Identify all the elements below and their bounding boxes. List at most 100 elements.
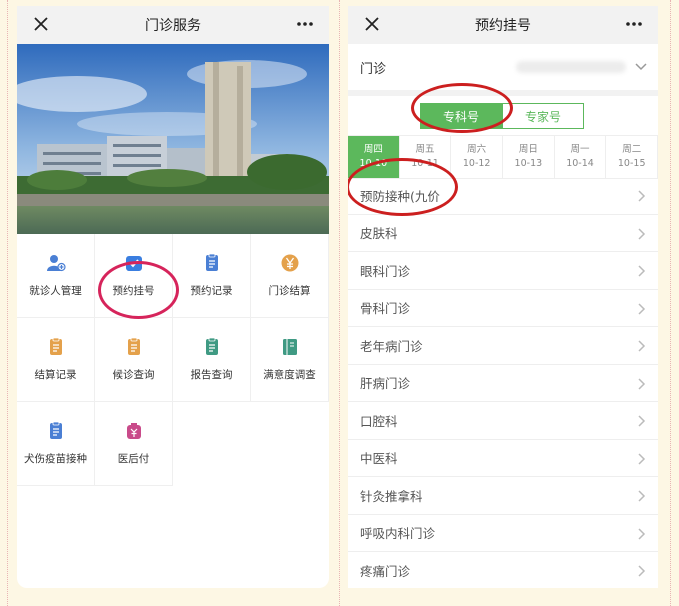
chevron-right-icon (638, 452, 646, 465)
appointment-registration-screen: 预约挂号 门诊 专科号 专家号 周四 10-10 周五 10-11 周六 10-12 周日 1… (348, 6, 658, 588)
chevron-down-icon (635, 63, 647, 71)
department-name: 预防接种(九价 (360, 188, 440, 204)
department-row[interactable]: 中医科 (348, 440, 658, 477)
menu-item[interactable]: 候诊查询 (95, 318, 173, 402)
user-add-icon (46, 255, 66, 272)
menu-item[interactable]: 医后付 (95, 402, 173, 486)
department-type-select[interactable]: 门诊 (348, 44, 658, 96)
department-name: 针灸推拿科 (360, 488, 423, 504)
report-icon (205, 337, 218, 355)
department-row[interactable]: 皮肤科 (348, 215, 658, 252)
more-icon[interactable] (295, 14, 315, 34)
blurred-value (516, 61, 627, 73)
hospital-banner-image (17, 44, 329, 234)
date-tab[interactable]: 周二 10-15 (606, 136, 658, 178)
yen-coin-icon (281, 254, 298, 272)
menu-item-label: 满意度调查 (263, 369, 316, 381)
chevron-right-icon (638, 190, 646, 202)
date-tab-weekday: 周五 (415, 144, 435, 155)
menu-item-label: 报告查询 (190, 369, 233, 381)
department-row[interactable]: 呼吸内科门诊 (348, 515, 658, 552)
chevron-right-icon (638, 302, 646, 315)
date-tab-date: 10-11 (411, 158, 439, 169)
date-tab-date: 10-15 (617, 158, 646, 169)
date-tab-date: 10-13 (514, 158, 543, 169)
department-row[interactable]: 口腔科 (348, 402, 658, 440)
title-bar: 预约挂号 (348, 6, 658, 44)
department-list: 预防接种(九价 皮肤科眼科门诊骨科门诊老年病门诊肝病门诊口腔科中医科针灸推拿科呼吸… (348, 177, 658, 588)
menu-item[interactable]: 预约记录 (173, 234, 251, 318)
menu-item[interactable]: 就诊人管理 (17, 234, 95, 318)
page-title: 预约挂号 (475, 18, 531, 34)
department-name: 肝病门诊 (360, 376, 411, 392)
page-border-left (7, 0, 8, 606)
department-name: 眼科门诊 (360, 263, 411, 279)
department-row[interactable]: 老年病门诊 (348, 327, 658, 365)
chevron-right-icon (638, 377, 646, 390)
menu-item[interactable]: 满意度调查 (251, 318, 329, 402)
department-row[interactable]: 肝病门诊 (348, 365, 658, 402)
menu-item[interactable]: 报告查询 (173, 318, 251, 402)
tab-specialty[interactable]: 专科号 (420, 103, 502, 129)
close-icon[interactable] (31, 14, 51, 34)
date-tab-weekday: 周二 (622, 144, 642, 155)
page-title: 门诊服务 (145, 18, 201, 34)
notebook-icon (49, 337, 62, 355)
department-name: 老年病门诊 (360, 338, 423, 354)
date-tab-weekday: 周日 (518, 144, 538, 155)
date-tab-weekday: 周六 (467, 144, 487, 155)
date-tab-weekday: 周四 (363, 144, 383, 155)
department-name: 骨科门诊 (360, 301, 411, 317)
queue-icon (127, 337, 140, 355)
chevron-right-icon (638, 527, 646, 540)
title-bar: 门诊服务 (17, 6, 329, 44)
date-tab[interactable]: 周日 10-13 (503, 136, 555, 178)
date-tab-date: 10-10 (359, 158, 388, 169)
department-row[interactable]: 眼科门诊 (348, 252, 658, 290)
menu-item-label: 门诊结算 (268, 285, 311, 297)
date-tab[interactable]: 周四 10-10 (348, 136, 400, 178)
tab-expert[interactable]: 专家号 (502, 103, 584, 129)
department-name: 口腔科 (360, 413, 398, 429)
date-tab-date: 10-14 (566, 158, 594, 169)
chevron-right-icon (638, 490, 646, 502)
menu-item[interactable]: 结算记录 (17, 318, 95, 402)
menu-item[interactable]: 预约挂号 (95, 234, 173, 318)
menu-item-label: 预约记录 (190, 285, 233, 297)
department-name: 疼痛门诊 (360, 563, 411, 579)
menu-item[interactable]: 门诊结算 (251, 234, 329, 318)
select-label: 门诊 (360, 61, 387, 77)
menu-item-label: 候诊查询 (112, 369, 155, 381)
menu-item-label: 医后付 (117, 453, 150, 465)
close-icon[interactable] (362, 14, 382, 34)
department-row[interactable]: 疼痛门诊 (348, 552, 658, 588)
chevron-right-icon (638, 227, 646, 240)
yen-bag-icon (126, 423, 141, 439)
chevron-right-icon (638, 265, 646, 277)
date-tab[interactable]: 周六 10-12 (451, 136, 504, 178)
date-tab-weekday: 周一 (570, 144, 590, 155)
department-name: 中医科 (360, 451, 398, 467)
survey-book-icon (282, 339, 297, 355)
department-name: 皮肤科 (360, 226, 398, 242)
calendar-check-icon (125, 256, 142, 271)
page-border-right (670, 0, 671, 606)
date-tab[interactable]: 周五 10-11 (400, 136, 452, 178)
department-name: 呼吸内科门诊 (360, 526, 436, 542)
menu-item-label: 预约挂号 (112, 285, 155, 297)
department-row[interactable]: 骨科门诊 (348, 290, 658, 327)
date-selector: 周四 10-10 周五 10-11 周六 10-12 周日 10-13 周一 10-14 周二 10-… (348, 135, 658, 179)
menu-item-label: 犬伤疫苗接种 (24, 453, 87, 465)
date-tab-date: 10-12 (462, 158, 491, 169)
chevron-right-icon (638, 565, 646, 577)
menu-item-label: 结算记录 (34, 369, 77, 381)
menu-item[interactable]: 犬伤疫苗接种 (17, 402, 95, 486)
date-tab[interactable]: 周一 10-14 (555, 136, 607, 178)
more-icon[interactable] (624, 14, 644, 34)
vaccine-clipboard-icon (49, 421, 62, 439)
menu-item-label: 就诊人管理 (29, 285, 82, 297)
chevron-right-icon (638, 415, 646, 427)
department-row[interactable]: 预防接种(九价 (348, 177, 658, 215)
chevron-right-icon (638, 340, 646, 352)
department-row[interactable]: 针灸推拿科 (348, 477, 658, 515)
